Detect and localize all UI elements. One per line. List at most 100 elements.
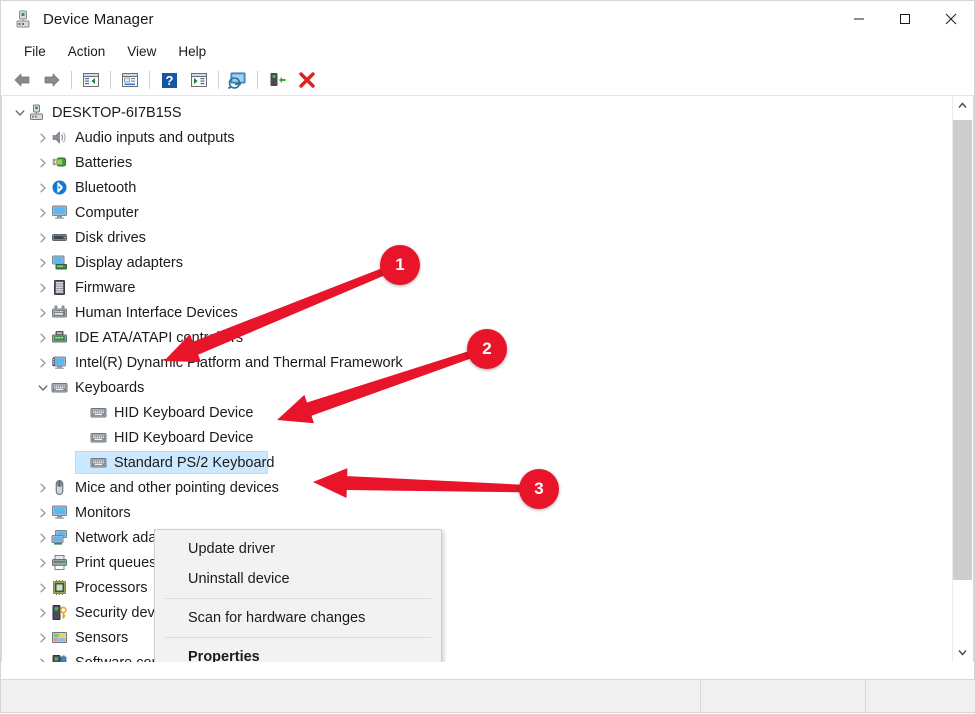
chevron-right-icon[interactable] (35, 575, 51, 600)
ctx-uninstall-device[interactable]: Uninstall device (155, 564, 441, 594)
tree-item[interactable]: HID Keyboard Device (2, 400, 951, 425)
minimize-button[interactable] (836, 1, 882, 37)
tree-item-label: Audio inputs and outputs (75, 130, 243, 146)
tree-item[interactable]: Mice and other pointing devices (2, 475, 951, 500)
ctx-update-driver[interactable]: Update driver (155, 534, 441, 564)
tree-item[interactable]: Monitors (2, 500, 951, 525)
sensor-icon (51, 629, 68, 646)
network-adapter-icon (51, 529, 68, 546)
help-button[interactable]: ? (154, 67, 184, 93)
scroll-down-button[interactable] (953, 643, 972, 662)
chevron-right-icon[interactable] (35, 475, 51, 500)
tree-item[interactable]: Audio inputs and outputs (2, 125, 951, 150)
display-adapter-icon (51, 254, 68, 271)
chevron-right-icon[interactable] (35, 125, 51, 150)
update-driver-button[interactable] (262, 67, 292, 93)
tree-item-label: Keyboards (75, 380, 152, 396)
chevron-right-icon[interactable] (35, 175, 51, 200)
chevron-right-icon[interactable] (35, 600, 51, 625)
svg-text:?: ? (165, 73, 173, 88)
device-manager-icon (13, 9, 33, 29)
toolbar-separator (218, 71, 219, 89)
status-pane-2 (701, 680, 866, 712)
tree-item[interactable]: Bluetooth (2, 175, 951, 200)
context-menu[interactable]: Update driverUninstall device Scan for ha… (154, 529, 442, 662)
vertical-scrollbar[interactable] (952, 96, 972, 662)
context-menu-separator (165, 598, 431, 599)
menu-file[interactable]: File (13, 41, 57, 62)
tree-item[interactable]: Firmware (2, 275, 951, 300)
chevron-right-icon[interactable] (35, 500, 51, 525)
device-tree-panel: DESKTOP-6I7B15S Audio inputs and outputs B… (1, 96, 974, 662)
uninstall-device-button[interactable] (292, 67, 322, 93)
show-hide-console-tree-button[interactable] (76, 67, 106, 93)
chevron-none (74, 425, 90, 450)
chevron-right-icon[interactable] (35, 350, 51, 375)
tree-item-label: Sensors (75, 630, 136, 646)
annotation-step-3: 3 (519, 469, 559, 509)
tree-item-label: IDE ATA/ATAPI controllers (75, 330, 251, 346)
scan-for-hardware-changes-button[interactable] (223, 67, 253, 93)
tree-item[interactable]: Security devices (2, 600, 951, 625)
tree-item[interactable]: Network adapters (2, 525, 951, 550)
chevron-right-icon[interactable] (35, 250, 51, 275)
status-bar (1, 679, 975, 712)
ctx-properties[interactable]: Properties (155, 642, 441, 662)
security-device-icon (51, 604, 68, 621)
tree-item[interactable]: Keyboards (2, 375, 951, 400)
tree-item[interactable]: Processors (2, 575, 951, 600)
menu-action[interactable]: Action (57, 41, 117, 62)
tree-item[interactable]: Disk drives (2, 225, 951, 250)
tree-item-label: Computer (75, 205, 147, 221)
menu-help[interactable]: Help (167, 41, 217, 62)
chevron-right-icon[interactable] (35, 200, 51, 225)
processor-icon (51, 579, 68, 596)
chevron-right-icon[interactable] (35, 550, 51, 575)
tree-item[interactable]: DESKTOP-6I7B15S (2, 100, 951, 125)
chevron-right-icon[interactable] (35, 650, 51, 662)
maximize-button[interactable] (882, 1, 928, 37)
chevron-right-icon[interactable] (35, 225, 51, 250)
tree-item[interactable]: Computer (2, 200, 951, 225)
properties-button[interactable] (115, 67, 145, 93)
back-button[interactable] (7, 67, 37, 93)
close-button[interactable] (928, 1, 974, 37)
device-tree[interactable]: DESKTOP-6I7B15S Audio inputs and outputs B… (2, 100, 951, 662)
ctx-scan-for-hardware-changes[interactable]: Scan for hardware changes (155, 603, 441, 633)
chevron-right-icon[interactable] (35, 275, 51, 300)
tree-item[interactable]: Print queues (2, 550, 951, 575)
tree-item[interactable]: Software components (2, 650, 951, 662)
tree-item[interactable]: Sensors (2, 625, 951, 650)
context-menu-separator (165, 637, 431, 638)
window-title: Device Manager (43, 11, 154, 28)
tree-item-selected[interactable]: Standard PS/2 Keyboard (2, 450, 951, 475)
chevron-down-icon[interactable] (12, 100, 28, 125)
chevron-right-icon[interactable] (35, 625, 51, 650)
toolbar: ? (1, 65, 974, 96)
chevron-right-icon[interactable] (35, 525, 51, 550)
tree-item-label: Human Interface Devices (75, 305, 246, 321)
menu-view[interactable]: View (116, 41, 167, 62)
tree-item[interactable]: Human Interface Devices (2, 300, 951, 325)
tree-item-label: DESKTOP-6I7B15S (52, 105, 190, 121)
tree-item-label: Disk drives (75, 230, 154, 246)
scrollbar-thumb[interactable] (953, 120, 972, 580)
tree-item-label: HID Keyboard Device (114, 430, 261, 446)
toolbar-separator (257, 71, 258, 89)
disk-drive-icon (51, 229, 68, 246)
chevron-right-icon[interactable] (35, 300, 51, 325)
tree-item[interactable]: Display adapters (2, 250, 951, 275)
toolbar-separator (110, 71, 111, 89)
tree-item[interactable]: Batteries (2, 150, 951, 175)
battery-icon (51, 154, 68, 171)
scroll-up-button[interactable] (953, 96, 972, 115)
forward-button[interactable] (37, 67, 67, 93)
chevron-none (74, 450, 90, 475)
show-hide-action-pane-button[interactable] (184, 67, 214, 93)
chevron-right-icon[interactable] (35, 325, 51, 350)
tree-item[interactable]: HID Keyboard Device (2, 425, 951, 450)
toolbar-separator (149, 71, 150, 89)
chevron-right-icon[interactable] (35, 150, 51, 175)
annotation-step-1: 1 (380, 245, 420, 285)
chevron-down-icon[interactable] (35, 375, 51, 400)
